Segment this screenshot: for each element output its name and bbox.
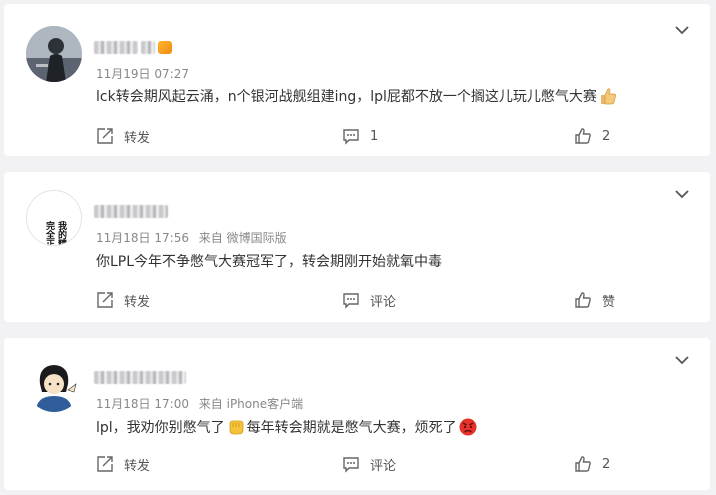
- repost-button[interactable]: 转发: [96, 124, 150, 148]
- thumbs-up-emoji: [600, 88, 616, 105]
- username-blurred[interactable]: [94, 369, 186, 385]
- action-bar: 转发 评论 2: [4, 452, 710, 476]
- comment-card-2: 我的精神 完全正常 11月18日 17:56 来自 微博国际版 你LPL今年不争…: [4, 172, 710, 322]
- repost-label: 转发: [124, 294, 151, 310]
- repost-icon: [97, 292, 113, 308]
- comment-button[interactable]: 评论: [342, 288, 396, 312]
- comment-label: 评论: [370, 294, 397, 310]
- comment-icon: [343, 293, 359, 309]
- chevron-down-icon[interactable]: [674, 188, 690, 200]
- thumbs-up-icon: [575, 292, 591, 308]
- vip-badge-icon: [158, 40, 172, 54]
- comment-date: 11月18日: [96, 397, 151, 411]
- repost-button[interactable]: 转发: [96, 288, 150, 312]
- comment-meta: 11月18日 17:56 来自 微博国际版: [96, 229, 287, 246]
- comment-text: 你LPL今年不争憋气大赛冠军了，转会期刚开始就氧中毒: [96, 254, 443, 270]
- comment-icon: [343, 457, 359, 473]
- comment-button[interactable]: 1: [342, 124, 378, 148]
- fist-emoji: [229, 420, 244, 435]
- comment-date: 11月18日: [96, 231, 151, 245]
- chevron-down-icon[interactable]: [674, 354, 690, 366]
- like-label: 赞: [602, 294, 616, 310]
- action-bar: 转发 评论 赞: [4, 288, 710, 312]
- like-count: 2: [602, 456, 611, 472]
- comment-time: 07:27: [154, 67, 189, 81]
- repost-icon: [97, 456, 113, 472]
- thumbs-up-icon: [575, 456, 591, 472]
- avatar[interactable]: [26, 356, 82, 412]
- comment-button[interactable]: 评论: [342, 452, 396, 476]
- avatar[interactable]: 我的精神 完全正常: [26, 190, 82, 246]
- repost-label: 转发: [124, 458, 151, 474]
- repost-label: 转发: [124, 130, 151, 146]
- like-button[interactable]: 2: [574, 452, 610, 476]
- comment-date: 11月19日: [96, 67, 151, 81]
- comment-meta: 11月19日 07:27: [96, 65, 189, 82]
- comment-source[interactable]: 来自 微博国际版: [199, 231, 287, 245]
- comment-text: lck转会期风起云涌，n个银河战舰组建ing，lpl屁都不放一个搁这儿玩儿憋气大…: [96, 86, 619, 106]
- action-bar: 转发 1 2: [4, 124, 710, 148]
- like-count: 2: [602, 128, 611, 144]
- repost-button[interactable]: 转发: [96, 452, 150, 476]
- comment-meta: 11月18日 17:00 来自 iPhone客户端: [96, 395, 303, 412]
- chevron-down-icon[interactable]: [674, 24, 690, 36]
- comment-time: 17:00: [154, 397, 189, 411]
- like-button[interactable]: 赞: [574, 288, 615, 312]
- angry-face-emoji: [459, 418, 477, 436]
- repost-icon: [97, 128, 113, 144]
- comment-card-3: 11月18日 17:00 来自 iPhone客户端 lpl，我劝你别憋气了 每年…: [4, 338, 710, 490]
- username-blurred[interactable]: [94, 203, 168, 219]
- comment-count: 1: [370, 128, 379, 144]
- avatar-text-line2: 完全正常: [44, 220, 56, 246]
- comment-icon: [343, 129, 359, 145]
- comment-text: lpl，我劝你别憋气了 每年转会期就是憋气大赛，烦死了: [96, 417, 479, 437]
- comment-source[interactable]: 来自 iPhone客户端: [199, 397, 303, 411]
- avatar-text-line1: 我的精神: [56, 220, 67, 246]
- comment-card-1: 11月19日 07:27 lck转会期风起云涌，n个银河战舰组建ing，lpl屁…: [4, 4, 710, 156]
- username-blurred[interactable]: [94, 39, 172, 55]
- thumbs-up-icon: [575, 128, 591, 144]
- comment-label: 评论: [370, 458, 397, 474]
- avatar[interactable]: [26, 26, 82, 82]
- like-button[interactable]: 2: [574, 124, 610, 148]
- comment-time: 17:56: [154, 231, 189, 245]
